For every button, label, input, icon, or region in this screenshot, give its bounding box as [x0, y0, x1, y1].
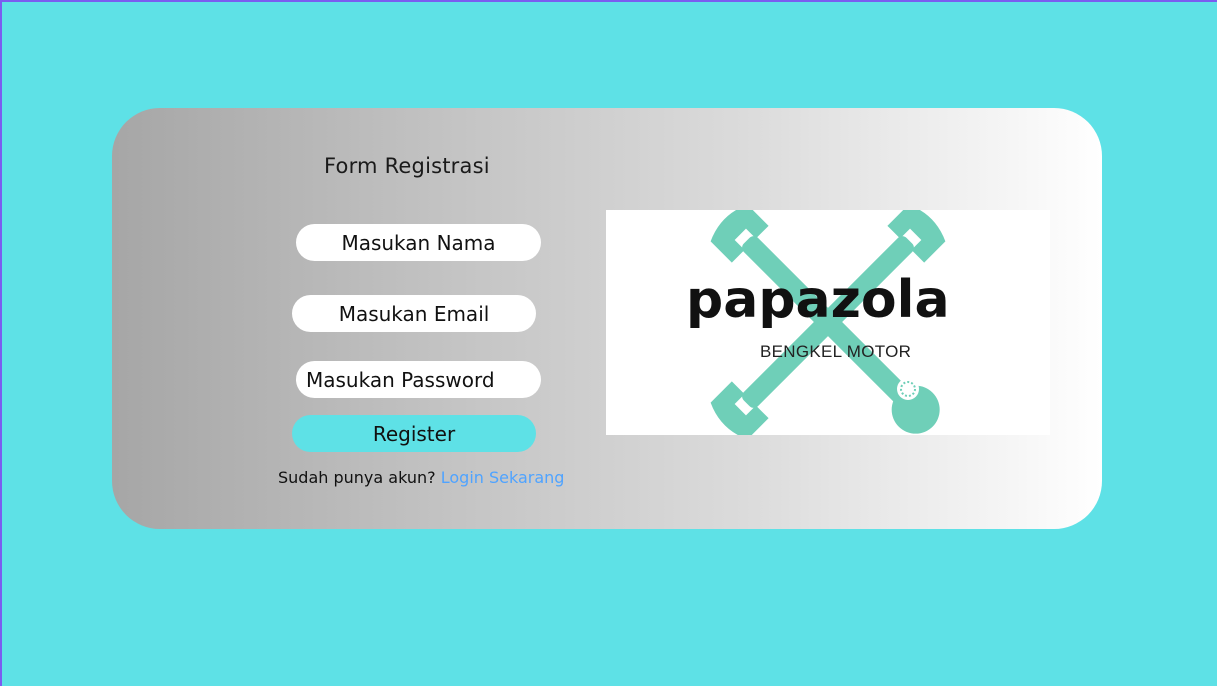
login-prompt-text: Sudah punya akun? — [278, 468, 436, 487]
brand-logo: papazola BENGKEL MOTOR — [606, 210, 1050, 435]
login-prompt-line: Sudah punya akun? Login Sekarang — [278, 468, 564, 487]
login-link[interactable]: Login Sekarang — [441, 468, 565, 487]
logo-tagline: BENGKEL MOTOR — [760, 342, 912, 361]
email-input[interactable] — [292, 295, 536, 332]
register-button[interactable]: Register — [292, 415, 536, 452]
registration-card: Form Registrasi Register Sudah punya aku… — [112, 108, 1102, 529]
logo-brand-text: papazola — [686, 270, 950, 330]
form-title: Form Registrasi — [324, 154, 490, 178]
name-input[interactable] — [296, 224, 541, 261]
password-input[interactable] — [296, 361, 541, 398]
